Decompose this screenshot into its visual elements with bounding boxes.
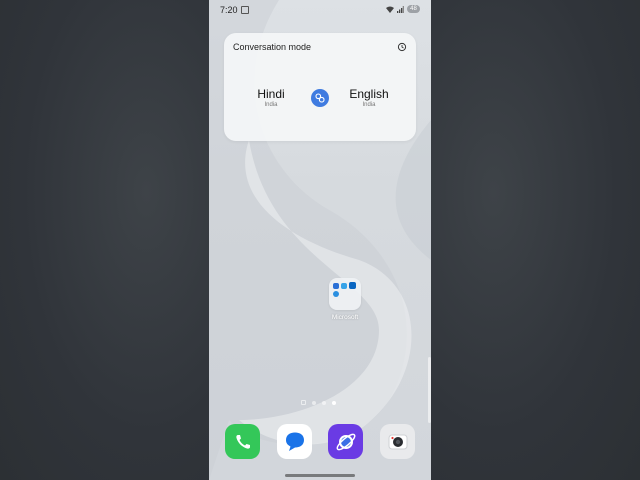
- page-dot: [301, 400, 306, 405]
- camera-app[interactable]: [380, 424, 415, 459]
- page-dot: [322, 400, 326, 405]
- microsoft-folder[interactable]: [329, 278, 361, 310]
- source-language-region: India: [264, 102, 278, 108]
- folder-app-icon: [341, 283, 347, 289]
- conversation-widget[interactable]: Conversation mode Hindi India English In…: [224, 33, 416, 141]
- right-background: [431, 0, 640, 480]
- history-icon[interactable]: [397, 42, 407, 52]
- folder-app-icon: [333, 291, 339, 297]
- target-language-region: India: [362, 102, 376, 108]
- phone-icon: [235, 434, 250, 449]
- status-icons: 48: [386, 5, 420, 13]
- phone-app[interactable]: [225, 424, 260, 459]
- source-language-name: Hindi: [257, 87, 285, 101]
- linkedin-icon: [349, 282, 356, 289]
- widget-title: Conversation mode: [233, 42, 312, 52]
- target-language-name: English: [349, 87, 389, 101]
- folder-app-icon: [333, 283, 339, 289]
- swap-languages-button[interactable]: [311, 89, 329, 107]
- wifi-icon: [386, 6, 394, 13]
- page-indicator[interactable]: [301, 400, 336, 405]
- status-time: 7:20: [220, 5, 238, 15]
- page-dot-active: [332, 400, 336, 405]
- screen-record-icon: [241, 6, 249, 14]
- browser-app[interactable]: [328, 424, 363, 459]
- status-bar: 7:20 48: [209, 0, 431, 20]
- folder-label: Microsoft: [331, 314, 359, 321]
- messages-icon: [285, 432, 304, 451]
- left-background: [0, 0, 209, 480]
- scrollbar[interactable]: [428, 357, 431, 423]
- signal-icon: [397, 5, 404, 13]
- messages-app[interactable]: [277, 424, 312, 459]
- page-dot: [312, 400, 316, 405]
- phone-screen: 7:20 48 Conversation mode Hindi India En…: [209, 0, 431, 480]
- browser-icon: [336, 433, 355, 450]
- source-language[interactable]: Hindi India: [236, 87, 306, 108]
- camera-icon: [388, 434, 407, 449]
- target-language[interactable]: English India: [334, 87, 404, 108]
- swap-icon: [315, 93, 325, 103]
- battery-icon: 48: [407, 5, 420, 13]
- home-gesture-bar[interactable]: [285, 474, 355, 477]
